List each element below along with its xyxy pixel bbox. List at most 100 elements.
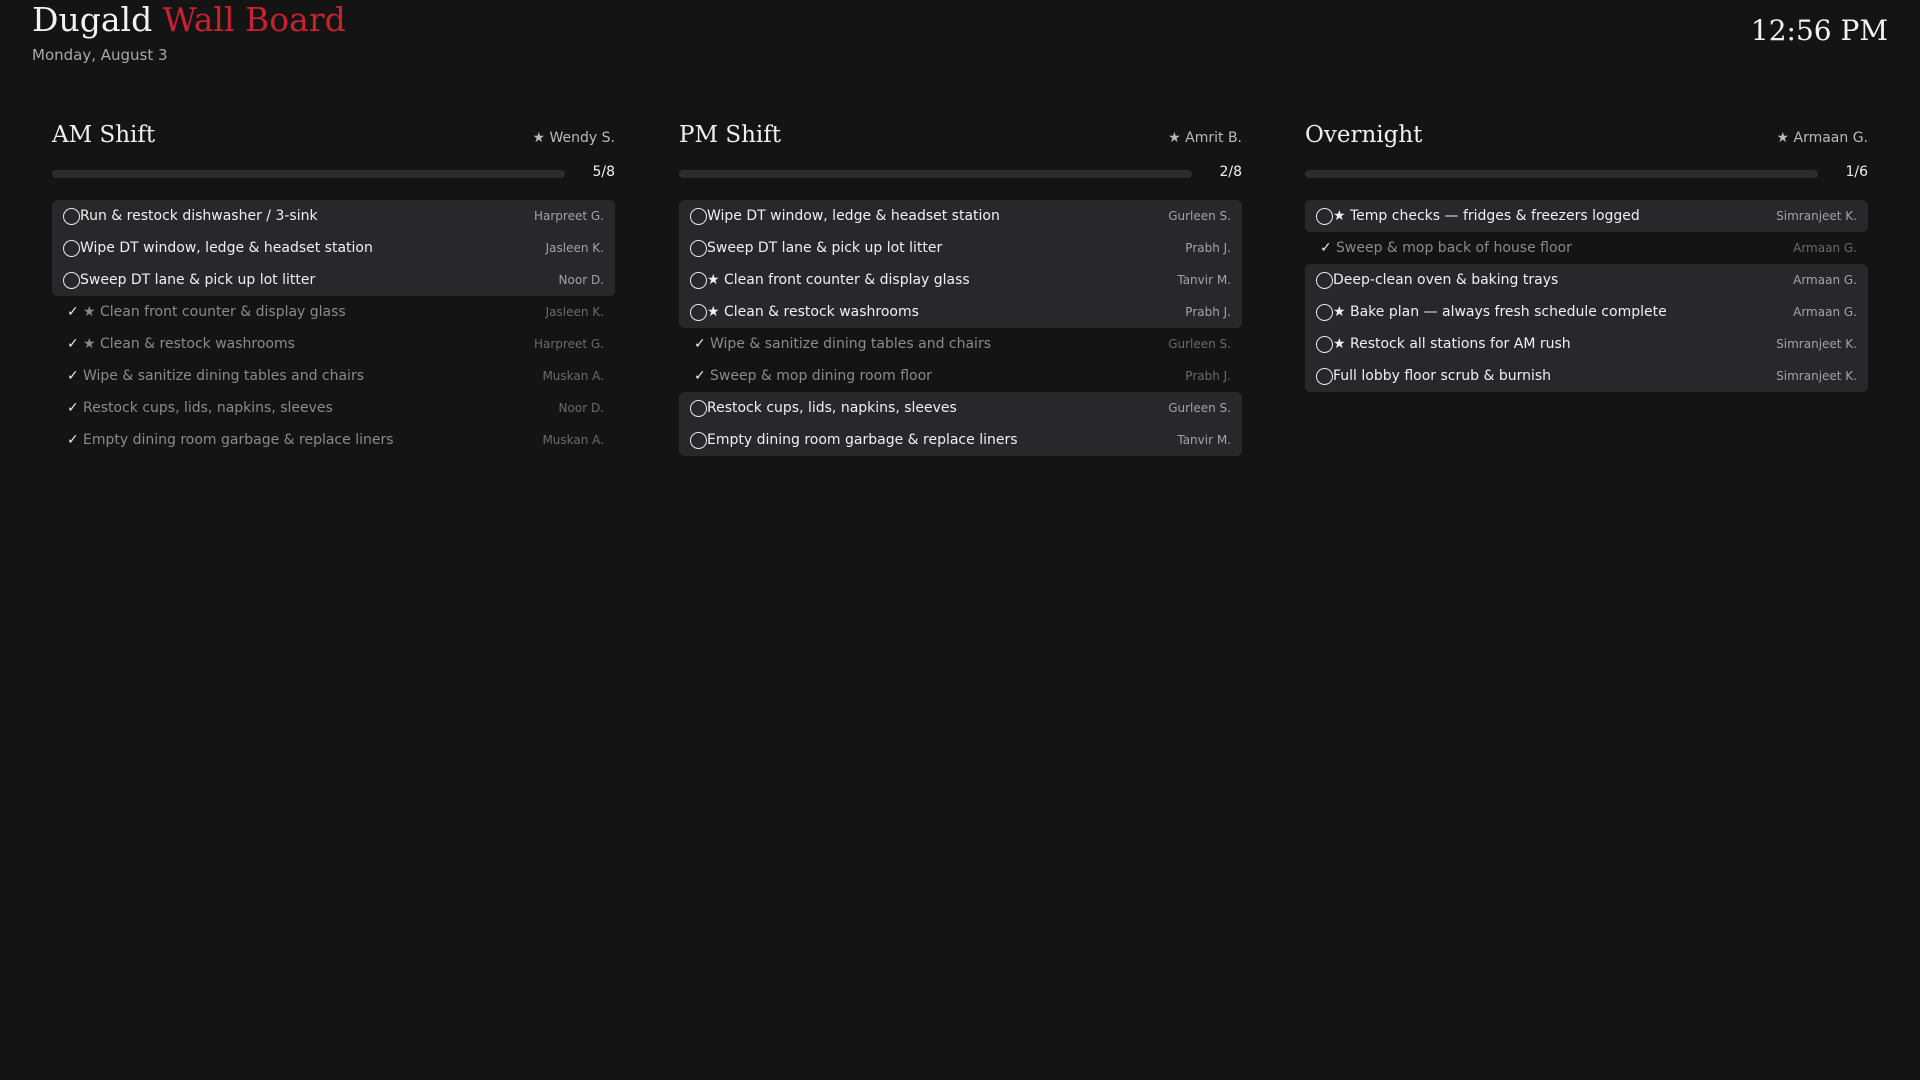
- column-title: Overnight: [1305, 122, 1423, 148]
- column-title: AM Shift: [52, 122, 156, 148]
- progress-count: 2/8: [1219, 164, 1242, 180]
- task-label: Empty dining room garbage & replace line…: [83, 432, 394, 448]
- task-label: Wipe & sanitize dining tables and chairs: [710, 336, 991, 352]
- task-label: Sweep DT lane & pick up lot litter: [707, 240, 943, 256]
- empty-checkbox-icon[interactable]: [1316, 271, 1333, 289]
- task-assignee: Prabh J.: [1185, 241, 1231, 255]
- app-title: Dugald Wall Board: [32, 0, 346, 40]
- task-assignee: Armaan G.: [1793, 241, 1857, 255]
- brand-name: Dugald: [32, 0, 153, 39]
- task-item[interactable]: ★ Clean front counter & display glass Tan…: [679, 264, 1242, 296]
- task-item[interactable]: Wipe DT window, ledge & headset station J…: [52, 232, 615, 264]
- progress-bar: [679, 170, 1192, 178]
- task-item[interactable]: Run & restock dishwasher / 3-sink Harpree…: [52, 200, 615, 232]
- task-item[interactable]: ✓ Restock cups, lids, napkins, sleeves Noo…: [52, 392, 615, 424]
- task-label: Sweep DT lane & pick up lot litter: [80, 272, 316, 288]
- task-assignee: Gurleen S.: [1168, 337, 1231, 351]
- task-list: Run & restock dishwasher / 3-sink Harpree…: [52, 200, 615, 456]
- shift-column: Overnight ★ Armaan G. 1/6 ★ Temp checks — f…: [1305, 118, 1868, 392]
- task-list: Wipe DT window, ledge & headset station G…: [679, 200, 1242, 456]
- empty-checkbox-icon[interactable]: [690, 271, 707, 289]
- task-label: ★ Restock all stations for AM rush: [1333, 336, 1571, 352]
- task-label: Sweep & mop back of house floor: [1336, 240, 1572, 256]
- task-assignee: Jasleen K.: [545, 241, 604, 255]
- task-assignee: Tanvir M.: [1177, 273, 1231, 287]
- task-assignee: Harpreet G.: [534, 337, 604, 351]
- progress-bar: [52, 170, 565, 178]
- task-item[interactable]: ✓ ★ Clean & restock washrooms Harpreet G.: [52, 328, 615, 360]
- task-assignee: Armaan G.: [1793, 273, 1857, 287]
- task-assignee: Armaan G.: [1793, 305, 1857, 319]
- clock: 12:56 PM: [1750, 14, 1888, 47]
- task-label: ★ Temp checks — fridges & freezers logge…: [1333, 208, 1640, 224]
- brand-suffix: Wall Board: [162, 0, 346, 39]
- checkmark-icon: ✓: [694, 336, 706, 352]
- task-label: ★ Bake plan — always fresh schedule comp…: [1333, 304, 1667, 320]
- task-assignee: Gurleen S.: [1168, 209, 1231, 223]
- empty-checkbox-icon[interactable]: [63, 207, 80, 225]
- task-assignee: Simranjeet K.: [1776, 369, 1857, 383]
- empty-checkbox-icon[interactable]: [1316, 207, 1333, 225]
- task-item[interactable]: ✓ Wipe & sanitize dining tables and chair…: [52, 360, 615, 392]
- checkmark-icon: ✓: [694, 368, 706, 384]
- shift-lead: ★ Amrit B.: [1168, 130, 1242, 146]
- task-item[interactable]: Deep-clean oven & baking trays Armaan G.: [1305, 264, 1868, 296]
- column-header: PM Shift ★ Amrit B.: [679, 118, 1242, 158]
- empty-checkbox-icon[interactable]: [1316, 335, 1333, 353]
- empty-checkbox-icon[interactable]: [690, 239, 707, 257]
- shift-lead: ★ Wendy S.: [532, 130, 615, 146]
- task-assignee: Jasleen K.: [545, 305, 604, 319]
- checkmark-icon: ✓: [67, 336, 79, 352]
- progress-count: 1/6: [1845, 164, 1868, 180]
- task-label: ★ Clean & restock washrooms: [707, 304, 919, 320]
- task-assignee: Simranjeet K.: [1776, 337, 1857, 351]
- task-label: Sweep & mop dining room floor: [710, 368, 932, 384]
- task-item[interactable]: Empty dining room garbage & replace line…: [679, 424, 1242, 456]
- task-item[interactable]: Sweep DT lane & pick up lot litter Prabh …: [679, 232, 1242, 264]
- column-header: Overnight ★ Armaan G.: [1305, 118, 1868, 158]
- task-item[interactable]: ✓ ★ Clean front counter & display glass Ja…: [52, 296, 615, 328]
- task-assignee: Muskan A.: [542, 369, 604, 383]
- empty-checkbox-icon[interactable]: [1316, 367, 1333, 385]
- task-assignee: Gurleen S.: [1168, 401, 1231, 415]
- empty-checkbox-icon[interactable]: [690, 399, 707, 417]
- header: Dugald Wall Board Monday, August 3 12:56…: [32, 0, 1888, 80]
- empty-checkbox-icon[interactable]: [690, 207, 707, 225]
- task-item[interactable]: ✓ Sweep & mop back of house floor Armaan G…: [1305, 232, 1868, 264]
- task-label: Wipe & sanitize dining tables and chairs: [83, 368, 364, 384]
- task-label: Full lobby floor scrub & burnish: [1333, 368, 1552, 384]
- task-item[interactable]: ✓ Empty dining room garbage & replace lin…: [52, 424, 615, 456]
- checkmark-icon: ✓: [67, 368, 79, 384]
- task-item[interactable]: ★ Temp checks — fridges & freezers logge…: [1305, 200, 1868, 232]
- task-item[interactable]: Restock cups, lids, napkins, sleeves Gurl…: [679, 392, 1242, 424]
- task-label: Deep-clean oven & baking trays: [1333, 272, 1559, 288]
- task-item[interactable]: ✓ Sweep & mop dining room floor Prabh J.: [679, 360, 1242, 392]
- task-assignee: Prabh J.: [1185, 369, 1231, 383]
- empty-checkbox-icon[interactable]: [690, 303, 707, 321]
- task-assignee: Noor D.: [558, 273, 604, 287]
- checkmark-icon: ✓: [67, 304, 79, 320]
- task-label: ★ Clean & restock washrooms: [83, 336, 295, 352]
- task-item[interactable]: ★ Restock all stations for AM rush Simran…: [1305, 328, 1868, 360]
- task-item[interactable]: Sweep DT lane & pick up lot litter Noor D…: [52, 264, 615, 296]
- task-label: ★ Clean front counter & display glass: [707, 272, 970, 288]
- task-item[interactable]: Wipe DT window, ledge & headset station G…: [679, 200, 1242, 232]
- checkmark-icon: ✓: [67, 432, 79, 448]
- empty-checkbox-icon[interactable]: [63, 239, 80, 257]
- task-item[interactable]: ✓ Wipe & sanitize dining tables and chair…: [679, 328, 1242, 360]
- empty-checkbox-icon[interactable]: [690, 431, 707, 449]
- task-label: Run & restock dishwasher / 3-sink: [80, 208, 318, 224]
- progress-count: 5/8: [592, 164, 615, 180]
- empty-checkbox-icon[interactable]: [63, 271, 80, 289]
- task-item[interactable]: ★ Bake plan — always fresh schedule comp…: [1305, 296, 1868, 328]
- task-assignee: Noor D.: [558, 401, 604, 415]
- shift-column: AM Shift ★ Wendy S. 5/8 Run & restock dishw…: [52, 118, 615, 448]
- checkmark-icon: ✓: [1320, 240, 1332, 256]
- checkmark-icon: ✓: [67, 400, 79, 416]
- empty-checkbox-icon[interactable]: [1316, 303, 1333, 321]
- task-assignee: Tanvir M.: [1177, 433, 1231, 447]
- task-label: Wipe DT window, ledge & headset station: [707, 208, 1000, 224]
- task-item[interactable]: Full lobby floor scrub & burnish Simranje…: [1305, 360, 1868, 392]
- task-item[interactable]: ★ Clean & restock washrooms Prabh J.: [679, 296, 1242, 328]
- task-label: Restock cups, lids, napkins, sleeves: [707, 400, 957, 416]
